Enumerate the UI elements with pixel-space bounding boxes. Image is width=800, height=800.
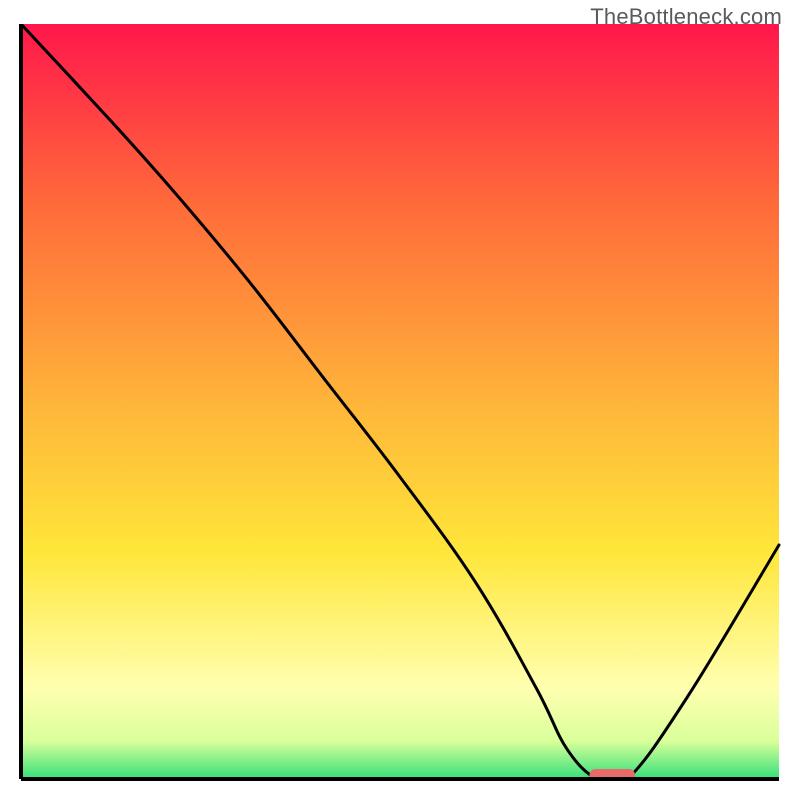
gradient-background [21, 24, 779, 779]
watermark-text: TheBottleneck.com [590, 4, 782, 30]
chart-area [19, 24, 781, 781]
bottleneck-chart-svg [19, 24, 781, 781]
